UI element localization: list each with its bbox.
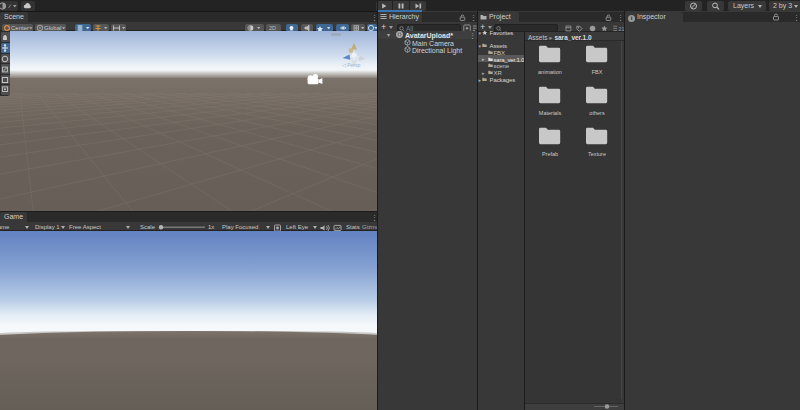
svg-text:Global: Global bbox=[44, 25, 61, 31]
svg-text:2D: 2D bbox=[269, 25, 276, 31]
svg-text:Center: Center bbox=[11, 25, 29, 31]
